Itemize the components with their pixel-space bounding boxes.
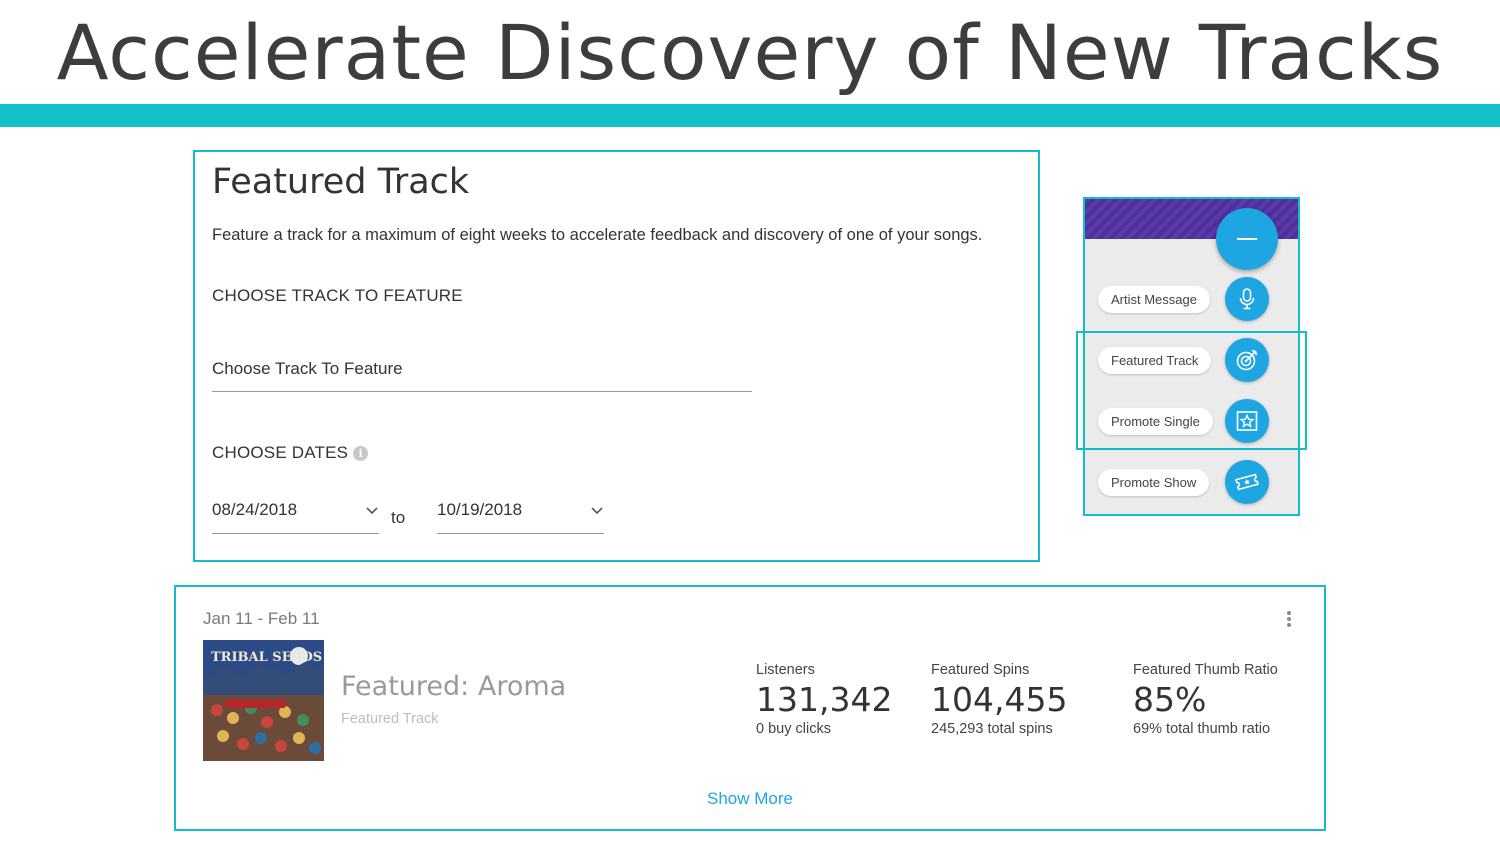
stat-listeners: Listeners 131,342 0 buy clicks	[756, 662, 892, 737]
campaign-date-range: Jan 11 - Feb 11	[203, 609, 320, 628]
more-options-icon[interactable]	[1285, 611, 1293, 627]
stat-featured-spins: Featured Spins 104,455 245,293 total spi…	[931, 662, 1067, 737]
stat-label: Featured Spins	[931, 662, 1030, 678]
stat-value: 85%	[1133, 680, 1207, 719]
info-icon[interactable]: i	[353, 445, 369, 461]
result-title: Featured: Aroma	[341, 671, 567, 702]
date-range-separator: to	[391, 508, 406, 527]
menu-item-label[interactable]: Featured Track	[1098, 347, 1212, 374]
promo-action-menu: Artist Message Featured Track Promote Si…	[1083, 197, 1300, 516]
stat-note: 69% total thumb ratio	[1133, 721, 1271, 737]
microphone-icon	[1239, 288, 1255, 310]
promote-show-button[interactable]	[1225, 460, 1269, 504]
end-date-value: 10/19/2018	[437, 500, 523, 519]
close-menu-button[interactable]	[1216, 208, 1278, 270]
menu-item-promote-single[interactable]: Promote Single	[1085, 398, 1298, 444]
star-frame-icon	[1236, 411, 1258, 431]
show-more-link[interactable]: Show More	[176, 789, 1324, 809]
slide-title: Accelerate Discovery of New Tracks	[56, 8, 1444, 97]
ticket-icon	[1235, 473, 1259, 491]
menu-item-label[interactable]: Promote Single	[1098, 408, 1213, 435]
featured-track-button[interactable]	[1225, 338, 1269, 382]
target-icon	[1236, 349, 1258, 371]
accent-bar	[0, 104, 1500, 127]
start-date-value: 08/24/2018	[212, 500, 298, 519]
album-cover: TRIBAL SEEDS	[203, 640, 324, 761]
menu-item-promote-show[interactable]: Promote Show	[1085, 459, 1298, 505]
featured-track-form: Featured Track Feature a track for a max…	[193, 150, 1040, 562]
stat-note: 0 buy clicks	[756, 721, 831, 737]
menu-item-label[interactable]: Artist Message	[1098, 286, 1210, 313]
form-description: Feature a track for a maximum of eight w…	[212, 226, 983, 244]
minus-icon	[1237, 238, 1257, 240]
artist-message-button[interactable]	[1225, 277, 1269, 321]
choose-track-label: CHOOSE TRACK TO FEATURE	[212, 286, 463, 305]
stat-value: 104,455	[931, 680, 1068, 719]
menu-item-artist-message[interactable]: Artist Message	[1085, 276, 1298, 322]
stat-label: Listeners	[756, 662, 815, 678]
choose-dates-label: CHOOSE DATES	[212, 443, 349, 462]
choose-track-input-value: Choose Track To Feature	[212, 359, 403, 378]
choose-dates-label-row: CHOOSE DATES i	[212, 443, 369, 463]
stat-value: 131,342	[756, 680, 893, 719]
stat-featured-thumb-ratio: Featured Thumb Ratio 85% 69% total thumb…	[1133, 662, 1278, 737]
album-art-image: TRIBAL SEEDS	[203, 640, 324, 761]
result-subtitle: Featured Track	[341, 711, 439, 727]
stat-label: Featured Thumb Ratio	[1133, 662, 1278, 678]
promote-single-button[interactable]	[1225, 399, 1269, 443]
chevron-down-icon	[366, 507, 378, 515]
stat-note: 245,293 total spins	[931, 721, 1053, 737]
end-date-select[interactable]: 10/19/2018	[437, 500, 604, 534]
form-title: Featured Track	[212, 162, 470, 202]
choose-track-input[interactable]: Choose Track To Feature	[212, 358, 752, 392]
album-art-text: TRIBAL SEEDS	[211, 650, 322, 665]
menu-item-label[interactable]: Promote Show	[1098, 469, 1210, 496]
featured-track-result-card: Jan 11 - Feb 11 TRIBAL SEEDS Featured: A…	[174, 585, 1326, 831]
menu-item-featured-track[interactable]: Featured Track	[1085, 337, 1298, 383]
start-date-select[interactable]: 08/24/2018	[212, 500, 379, 534]
chevron-down-icon	[591, 507, 603, 515]
